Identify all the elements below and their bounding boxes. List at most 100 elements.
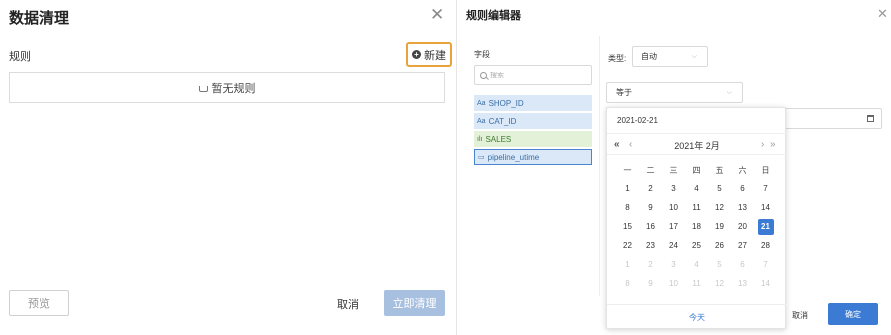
weekday-label: 三 [669, 166, 678, 175]
apply-cleaning-button[interactable]: 立即清理 [384, 290, 445, 316]
calendar-day[interactable]: 26 [712, 238, 728, 254]
calendar-day-selected[interactable]: 21 [757, 219, 774, 235]
field-name: CAT_ID [488, 116, 517, 126]
field-item-shop-id[interactable]: Aa SHOP_ID [474, 95, 592, 111]
calendar-day[interactable]: 24 [666, 238, 682, 254]
calendar-day[interactable]: 6 [735, 257, 751, 273]
calendar-day[interactable]: 19 [712, 219, 728, 235]
calendar-day[interactable]: 25 [689, 238, 705, 254]
search-icon [480, 71, 487, 79]
today-button[interactable]: 今天 [607, 304, 787, 329]
calendar-day[interactable]: 2 [643, 181, 659, 197]
type-value: 自动 [641, 52, 657, 61]
date-picker-input[interactable]: 2021-02-21 [617, 116, 658, 125]
weekday-label: 日 [761, 166, 770, 175]
calendar-day[interactable]: 20 [735, 219, 751, 235]
calendar-day[interactable]: 5 [712, 257, 728, 273]
plus-circle-icon: + [412, 50, 421, 59]
calendar-day[interactable]: 14 [758, 276, 774, 292]
calendar-header: « ‹ 2021年 2月 › » [607, 133, 787, 155]
page-title: 数据清理 [9, 10, 70, 27]
calendar-type-icon: ▭ [478, 154, 485, 161]
cancel-button[interactable]: 取消 [792, 310, 808, 321]
type-select[interactable]: 自动 ⌵ [632, 46, 708, 67]
next-year-icon[interactable]: » [770, 139, 776, 150]
preview-button[interactable]: 预览 [9, 290, 69, 316]
empty-tray-icon [198, 85, 208, 92]
field-name: SALES [485, 134, 512, 144]
calendar-day[interactable]: 13 [735, 276, 751, 292]
calendar-day[interactable]: 22 [620, 238, 636, 254]
field-name: pipeline_utime [487, 152, 540, 162]
calendar-day[interactable]: 11 [689, 200, 705, 216]
calendar-day[interactable]: 13 [735, 200, 751, 216]
calendar-day[interactable]: 23 [643, 238, 659, 254]
calendar-day[interactable]: 5 [712, 181, 728, 197]
data-cleaning-panel: 数据清理 ✕ 规则 + 新建 暂无规则 预览 取消 立即清理 [0, 0, 455, 335]
next-month-icon[interactable]: › [761, 139, 764, 150]
calendar-day[interactable]: 9 [643, 276, 659, 292]
calendar-days-grid: 1 2 3 4 5 6 7 8 9 10 11 12 13 14 15 16 17 18 19 20 21 22 23 24 2… [616, 181, 777, 295]
empty-rules-text: 暂无规则 [211, 82, 256, 95]
new-rule-button[interactable]: + 新建 [406, 42, 452, 67]
field-item-sales[interactable]: ılı SALES [474, 131, 592, 147]
field-name: SHOP_ID [488, 98, 524, 108]
weekday-label: 一 [623, 166, 632, 175]
calendar-day[interactable]: 17 [666, 219, 682, 235]
calendar-day[interactable]: 4 [689, 181, 705, 197]
calendar-day[interactable]: 1 [620, 257, 636, 273]
calendar-day[interactable]: 7 [758, 181, 774, 197]
chevron-down-icon: ⌵ [726, 89, 732, 96]
calendar-day[interactable]: 18 [689, 219, 705, 235]
calendar-day[interactable]: 1 [620, 181, 636, 197]
cancel-button[interactable]: 取消 [337, 296, 359, 312]
chevron-down-icon: ⌵ [691, 53, 697, 60]
text-type-icon: Aa [477, 117, 486, 125]
calendar-day[interactable]: 4 [689, 257, 705, 273]
calendar-day[interactable]: 16 [643, 219, 659, 235]
fields-label: 字段 [474, 50, 490, 59]
calendar-day[interactable]: 14 [758, 200, 774, 216]
search-input[interactable] [490, 71, 580, 79]
weekday-label: 六 [738, 166, 747, 175]
field-item-cat-id[interactable]: Aa CAT_ID [474, 113, 592, 129]
calendar-day[interactable]: 3 [666, 181, 682, 197]
calendar-day[interactable]: 11 [689, 276, 705, 292]
calendar-day[interactable]: 28 [758, 238, 774, 254]
bar-chart-icon: ılı [477, 135, 483, 143]
calendar-day[interactable]: 12 [712, 200, 728, 216]
calendar-day[interactable]: 10 [666, 200, 682, 216]
field-item-pipeline-utime[interactable]: ▭ pipeline_utime [474, 149, 592, 165]
calendar-day[interactable]: 27 [735, 238, 751, 254]
close-icon[interactable]: ✕ [430, 5, 444, 25]
calendar-day[interactable]: 15 [620, 219, 636, 235]
rules-label: 规则 [9, 51, 31, 63]
calendar-day[interactable]: 10 [666, 276, 682, 292]
close-icon[interactable]: ✕ [877, 6, 888, 22]
calendar-day[interactable]: 3 [666, 257, 682, 273]
calendar-day[interactable]: 7 [758, 257, 774, 273]
operator-value: 等于 [616, 88, 632, 97]
new-rule-label: 新建 [424, 49, 446, 62]
operator-select[interactable]: 等于 ⌵ [606, 82, 743, 103]
calendar-title: 2021年 2月 [674, 141, 720, 151]
weekday-label: 五 [715, 166, 724, 175]
calendar-day[interactable]: 12 [712, 276, 728, 292]
calendar-day[interactable]: 9 [643, 200, 659, 216]
type-label: 类型: [608, 54, 627, 63]
text-type-icon: Aa [477, 99, 486, 107]
rules-list: 暂无规则 [9, 72, 445, 103]
fields-column: 字段 Aa SHOP_ID Aa CAT_ID ılı SALES ▭ pipe… [457, 36, 600, 296]
weekday-label: 二 [646, 166, 655, 175]
weekday-label: 四 [692, 166, 701, 175]
calendar-day[interactable]: 8 [620, 276, 636, 292]
weekday-row: 一 二 三 四 五 六 日 [616, 165, 777, 176]
field-search[interactable] [474, 65, 592, 85]
rule-editor-title: 规则编辑器 [466, 10, 521, 22]
date-picker-popup: 2021-02-21 « ‹ 2021年 2月 › » 一 二 三 四 五 六 … [606, 107, 787, 329]
confirm-button[interactable]: 确定 [828, 303, 878, 325]
calendar-icon[interactable] [867, 115, 874, 122]
calendar-day[interactable]: 8 [620, 200, 636, 216]
calendar-day[interactable]: 6 [735, 181, 751, 197]
calendar-day[interactable]: 2 [643, 257, 659, 273]
